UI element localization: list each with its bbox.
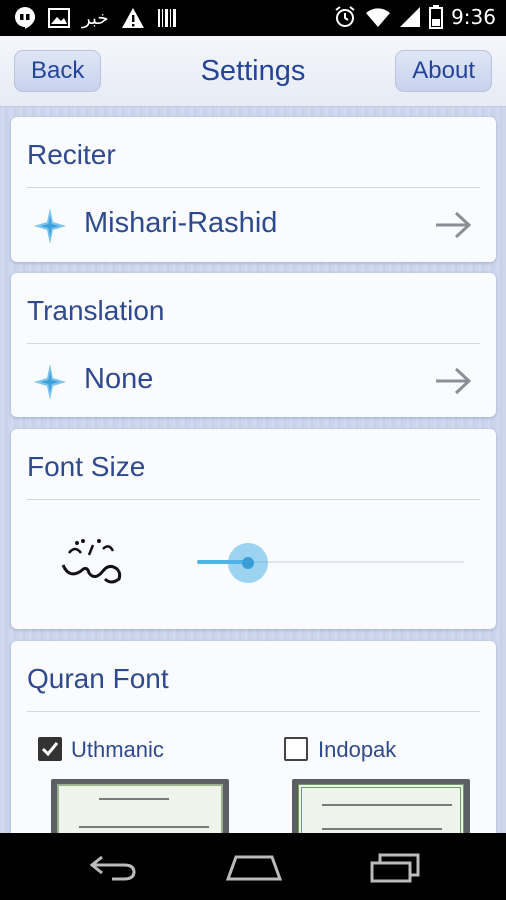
home-nav-icon[interactable] xyxy=(226,853,282,881)
clock: 9:36 xyxy=(451,5,496,29)
divider xyxy=(27,711,480,712)
navigation-bar xyxy=(0,833,506,900)
quran-font-title: Quran Font xyxy=(27,663,169,694)
arrow-right-icon xyxy=(436,367,472,395)
recents-nav-icon[interactable] xyxy=(370,853,420,883)
reciter-title: Reciter xyxy=(27,139,116,170)
reciter-card: Reciter Mishari-Rashid xyxy=(11,117,496,262)
uthmanic-label[interactable]: Uthmanic xyxy=(71,737,164,763)
alarm-icon xyxy=(335,6,355,27)
arrow-right-icon xyxy=(436,211,472,239)
uthmanic-checkbox[interactable] xyxy=(38,737,62,761)
font-size-card: Font Size xyxy=(11,429,496,629)
divider xyxy=(27,499,480,500)
font-size-slider-thumb[interactable] xyxy=(227,543,268,583)
wifi-icon xyxy=(366,8,391,27)
warning-icon xyxy=(121,8,144,28)
indopak-label[interactable]: Indopak xyxy=(318,737,396,763)
indopak-preview-image[interactable] xyxy=(292,779,470,833)
translation-row[interactable]: None xyxy=(11,345,496,417)
battery-icon xyxy=(429,5,444,29)
audio-wave-icon xyxy=(34,208,66,244)
quran-font-card: Quran Font Uthmanic Indopak xyxy=(11,641,496,833)
translation-value: None xyxy=(84,363,154,395)
preview-line xyxy=(99,798,169,800)
preview-line xyxy=(322,828,442,830)
arabic-notification-text: خبر xyxy=(82,7,109,29)
settings-screen: Back Settings About Reciter Mishari-Rash… xyxy=(0,36,506,833)
about-button[interactable]: About xyxy=(395,50,492,92)
preview-line xyxy=(79,826,209,828)
image-icon xyxy=(48,8,70,28)
translation-card: Translation None xyxy=(11,273,496,417)
checkmark-icon xyxy=(41,742,59,757)
status-bar: خبر 9:36 xyxy=(0,0,506,36)
reciter-value: Mishari-Rashid xyxy=(84,207,278,239)
page-preview xyxy=(57,784,223,833)
uthmanic-preview-image[interactable] xyxy=(51,779,229,833)
divider xyxy=(27,343,480,344)
font-size-title: Font Size xyxy=(27,451,146,482)
audio-wave-icon xyxy=(34,364,66,400)
back-nav-icon[interactable] xyxy=(88,853,138,881)
header-bar: Back Settings About xyxy=(0,36,506,107)
arabic-surah-glyph-icon xyxy=(61,539,122,584)
barcode-icon xyxy=(157,9,176,27)
hangouts-icon xyxy=(15,7,35,29)
indopak-checkbox[interactable] xyxy=(284,737,308,761)
divider xyxy=(27,187,480,188)
reciter-row[interactable]: Mishari-Rashid xyxy=(11,189,496,261)
translation-title: Translation xyxy=(27,295,165,326)
signal-icon xyxy=(400,7,421,27)
preview-line xyxy=(322,804,452,806)
page-preview xyxy=(298,784,464,833)
